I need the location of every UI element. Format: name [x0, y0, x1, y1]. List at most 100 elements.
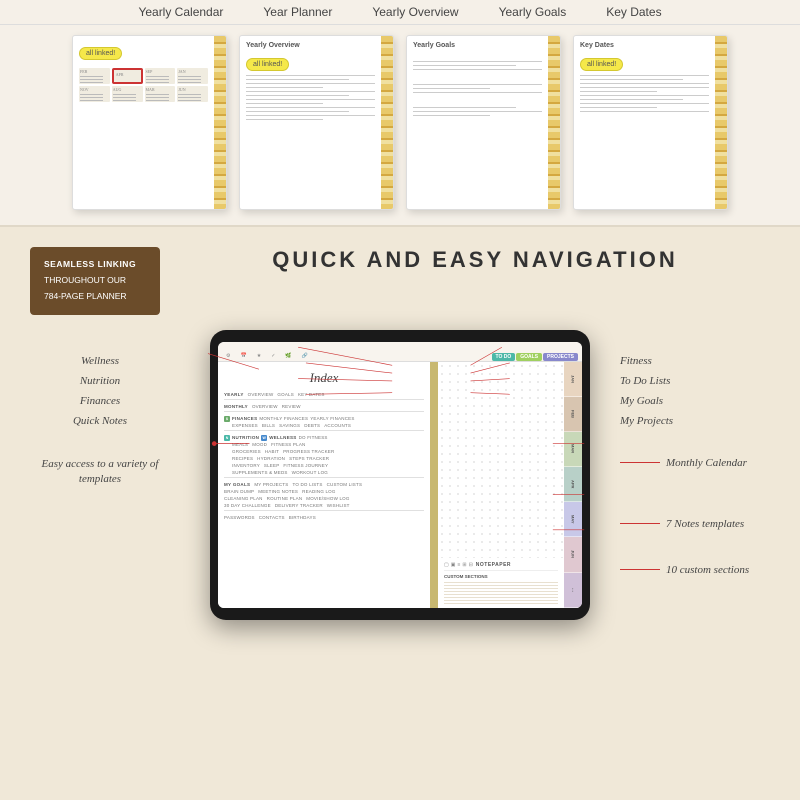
idx-overview[interactable]: OVERVIEW [248, 392, 274, 397]
idx-sleep[interactable]: SLEEP [264, 463, 280, 468]
tab-jun[interactable]: JUN [564, 537, 582, 572]
nav-year-planner[interactable]: Year Planner [263, 5, 332, 19]
idx-expenses[interactable]: EXPENSES [232, 423, 258, 428]
preview-card-yearly-overview: Yearly Overview all linked! [239, 35, 394, 210]
idx-wellness[interactable]: WELLNESS [269, 435, 296, 440]
idx-passwords[interactable]: PASSWORDS [224, 515, 255, 520]
idx-my-projects[interactable]: MY PROJECTS [254, 482, 288, 487]
tab-may[interactable]: MAY [564, 502, 582, 537]
nav-yearly-calendar[interactable]: Yearly Calendar [138, 5, 223, 19]
all-linked-badge-2: all linked! [246, 58, 289, 71]
idx-my-goals[interactable]: MY GOALS [224, 482, 250, 487]
preview-card-yearly-goals: Yearly Goals [406, 35, 561, 210]
tab-mar[interactable]: MAR [564, 432, 582, 467]
tab-extra[interactable]: ⋯ [564, 573, 582, 608]
seamless-box: SEAMLESS LINKING THROUGHOUT OUR 784-PAGE… [30, 247, 160, 315]
idx-debts[interactable]: DEBTS [304, 423, 320, 428]
nav-yearly-goals[interactable]: Yearly Goals [499, 5, 567, 19]
idx-progress-tracker[interactable]: PROGRESS TRACKER [283, 449, 334, 454]
notepad-line [444, 585, 558, 586]
tablet-screen: ⚙ 📅 ★ ✓ 🌿 🔗 TO DO GOALS PROJECTS [218, 342, 582, 608]
preview-line [580, 79, 683, 80]
idx-contacts[interactable]: CONTACTS [259, 515, 285, 520]
idx-review[interactable]: REVIEW [282, 404, 301, 409]
tab-goals[interactable]: GOALS [516, 353, 542, 361]
index-monthly-section: MONTHLY OVERVIEW REVIEW [224, 404, 424, 412]
idx-monthly-finances[interactable]: MONTHLY FINANCES [259, 416, 308, 421]
tab-todo[interactable]: TO DO [492, 353, 516, 361]
idx-savings[interactable]: SAVINGS [279, 423, 300, 428]
idx-groceries[interactable]: GROCERIES [232, 449, 261, 454]
idx-nutrition[interactable]: NUTRITION [232, 435, 259, 440]
notepad-icon-4: ⊞ [462, 562, 466, 568]
preview-line [246, 87, 323, 88]
preview-line [246, 107, 375, 108]
idx-cleaning-plan[interactable]: CLEANING PLAN [224, 496, 263, 501]
preview-line [413, 115, 490, 116]
idx-movie-show[interactable]: MOVIE/SHOW LOG [306, 496, 349, 501]
tab-projects[interactable]: PROJECTS [543, 353, 578, 361]
idx-yearly[interactable]: YEARLY [224, 392, 244, 397]
idx-recipes[interactable]: RECIPES [232, 456, 253, 461]
divider [224, 477, 424, 478]
idx-goals[interactable]: GOALS [277, 392, 294, 397]
notepad-area: ▢ ▣ ≡ ⊞ ⊟ NOTEPAPER CUSTOM SECTIONS [438, 558, 564, 608]
idx-habit[interactable]: HABIT [265, 449, 279, 454]
idx-custom-lists[interactable]: CUSTOM LISTS [327, 482, 363, 487]
idx-hydration[interactable]: HYDRATION [257, 456, 285, 461]
custom-sections-label-right: 10 custom sections [666, 564, 749, 576]
preview-line [580, 75, 709, 76]
idx-brain-dump[interactable]: BRAIN DUMP [224, 489, 254, 494]
idx-monthly[interactable]: MONTHLY [224, 404, 248, 409]
idx-monthly-overview[interactable]: OVERVIEW [252, 404, 278, 409]
idx-bills[interactable]: BILLS [262, 423, 275, 428]
idx-birthdays[interactable]: BIRTHDAYS [289, 515, 316, 520]
right-tab-group: TO DO GOALS PROJECTS [492, 353, 578, 361]
idx-fitness-journey[interactable]: FITNESS JOURNEY [283, 463, 328, 468]
idx-supplements[interactable]: SUPPLEMENTS & MEDS [232, 470, 288, 475]
divider [224, 430, 424, 431]
mini-cal-1: FEB [79, 68, 110, 84]
idx-delivery[interactable]: DELIVERY TRACKER [275, 503, 323, 508]
preview-line [580, 83, 709, 84]
idx-fitness-plan[interactable]: FITNESS PLAN [271, 442, 305, 447]
preview-line [413, 69, 542, 70]
idx-meeting-notes[interactable]: MEETING NOTES [258, 489, 298, 494]
divider [224, 411, 424, 412]
idx-mood[interactable]: MOOD [252, 442, 267, 447]
idx-meals[interactable]: MEALS [232, 442, 248, 447]
mini-cal-8: JUN [177, 86, 208, 102]
preview-line [413, 92, 542, 93]
nav-key-dates[interactable]: Key Dates [606, 5, 661, 19]
notepad-icon-2: ▣ [451, 562, 456, 568]
nav-yearly-overview[interactable]: Yearly Overview [372, 5, 458, 19]
idx-inventory[interactable]: INVENTORY [232, 463, 260, 468]
idx-reading-log[interactable]: READING LOG [302, 489, 335, 494]
wellness-icon: W [261, 435, 267, 441]
idx-do-fitness[interactable]: DO FITNESS [299, 435, 328, 440]
tab-jan[interactable]: JAN [564, 362, 582, 397]
idx-yearly-finances[interactable]: YEARLY FINANCES [310, 416, 354, 421]
preview-card-yearly-calendar: all linked! FEB APR SEP JAN [72, 35, 227, 210]
idx-key-dates[interactable]: KEY DATES [298, 392, 325, 397]
idx-todo-lists[interactable]: TO DO LISTS [292, 482, 322, 487]
my-goals-label: My Goals [620, 395, 780, 407]
idx-finances[interactable]: FINANCES [232, 416, 257, 421]
preview-line [246, 79, 349, 80]
idx-steps-tracker[interactable]: STEPS TRACKER [289, 456, 329, 461]
idx-accounts[interactable]: ACCOUNTS [324, 423, 351, 428]
idx-routine-plan[interactable]: ROUTINE PLAN [267, 496, 303, 501]
tablet-left-panel: Index YEARLY OVERVIEW GOALS KEY DATES [218, 362, 438, 608]
monthly-calendar-label: Monthly Calendar [666, 457, 747, 469]
tab-feb[interactable]: FEB [564, 397, 582, 432]
index-goals-section: MY GOALS MY PROJECTS TO DO LISTS CUSTOM … [224, 482, 424, 511]
middle-section: SEAMLESS LINKING THROUGHOUT OUR 784-PAGE… [0, 227, 800, 330]
tab-apr[interactable]: APR [564, 467, 582, 502]
line [620, 569, 660, 570]
idx-30day[interactable]: 30 DAY CHALLENGE [224, 503, 271, 508]
notes-templates-label: 7 Notes templates [666, 518, 744, 530]
mini-cal-4: JAN [177, 68, 208, 84]
all-linked-badge-3: all linked! [580, 58, 623, 71]
idx-wishlist[interactable]: WISHLIST [327, 503, 350, 508]
idx-workout-log[interactable]: WORKOUT LOG [292, 470, 328, 475]
